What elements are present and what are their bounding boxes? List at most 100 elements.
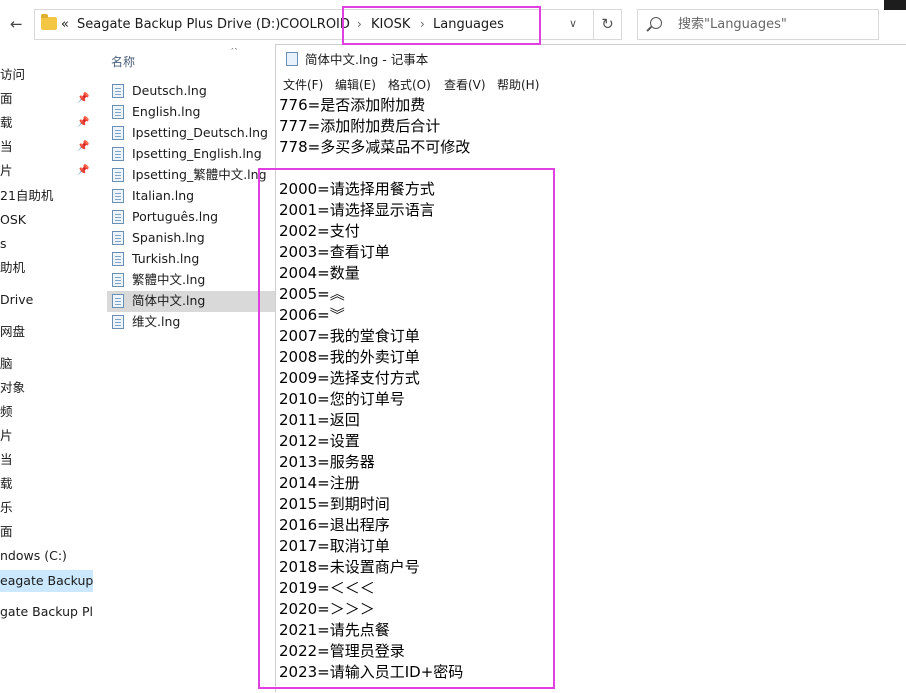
file-row[interactable]: Ipsetting_Deutsch.lng bbox=[107, 123, 275, 144]
text-editor-area[interactable]: 776=是否添加附加费 777=添加附加费后合计 778=多买多减菜品不可修改 … bbox=[276, 95, 906, 693]
file-name: 繁體中文.lng bbox=[132, 272, 206, 287]
text-line: 2016=退出程序 bbox=[279, 516, 390, 534]
file-name: Português.lng bbox=[132, 209, 219, 224]
file-row-selected[interactable]: 简体中文.lng bbox=[107, 291, 275, 312]
nav-item[interactable]: 乐 bbox=[0, 500, 13, 516]
nav-item[interactable]: 对象 bbox=[0, 380, 25, 396]
pin-icon: 📌 bbox=[77, 165, 90, 176]
text-file-icon bbox=[112, 294, 124, 308]
nav-item[interactable]: 片 bbox=[0, 428, 13, 444]
text-line: 2015=到期时间 bbox=[279, 495, 390, 513]
nav-item[interactable]: Drive bbox=[0, 292, 33, 308]
file-name: 维文.lng bbox=[132, 314, 181, 329]
menu-format[interactable]: 格式(O) bbox=[388, 77, 431, 93]
text-line: 2006=︾ bbox=[279, 306, 345, 324]
text-line: 2020=＞＞＞ bbox=[279, 600, 375, 618]
text-file-icon bbox=[112, 126, 124, 140]
file-row[interactable]: Spanish.lng bbox=[107, 228, 275, 249]
text-file-icon bbox=[112, 105, 124, 119]
nav-item[interactable]: 助机 bbox=[0, 260, 25, 276]
chevron-down-icon[interactable]: ∨ bbox=[569, 17, 577, 30]
file-name: Italian.lng bbox=[132, 188, 195, 203]
menu-view[interactable]: 查看(V) bbox=[444, 77, 486, 93]
nav-item[interactable]: 载 bbox=[0, 476, 13, 492]
text-line: 2002=支付 bbox=[279, 222, 360, 240]
nav-item[interactable]: 面 bbox=[0, 524, 13, 540]
breadcrumb-drive[interactable]: Seagate Backup Plus Drive (D:) bbox=[77, 17, 280, 33]
text-line: 2001=请选择显示语言 bbox=[279, 201, 435, 219]
text-line: 2013=服务器 bbox=[279, 453, 375, 471]
file-list: 名称 ^ Deutsch.lng English.lng Ipsetting_D… bbox=[93, 48, 275, 692]
breadcrumb-separator[interactable]: › bbox=[357, 16, 362, 32]
text-line: 2014=注册 bbox=[279, 474, 360, 492]
nav-item[interactable]: 片 bbox=[0, 163, 13, 179]
nav-item[interactable]: 访问 bbox=[0, 67, 25, 83]
window-edge-icon bbox=[884, 0, 906, 10]
text-line: 2010=您的订单号 bbox=[279, 390, 405, 408]
file-row[interactable]: 维文.lng bbox=[107, 312, 275, 333]
text-file-icon bbox=[112, 273, 124, 287]
text-line: 2000=请选择用餐方式 bbox=[279, 180, 435, 198]
text-line: 777=添加附加费后合计 bbox=[279, 117, 441, 135]
text-line: 2004=数量 bbox=[279, 264, 360, 282]
address-bar[interactable]: « Seagate Backup Plus Drive (D:) › COOLR… bbox=[34, 9, 594, 40]
menu-help[interactable]: 帮助(H) bbox=[497, 77, 539, 93]
refresh-button[interactable]: ↻ bbox=[594, 9, 622, 40]
text-file-icon bbox=[112, 147, 124, 161]
text-file-icon bbox=[112, 252, 124, 266]
menu-edit[interactable]: 编辑(E) bbox=[335, 77, 376, 93]
notepad-title-bar[interactable]: 简体中文.lng - 记事本 bbox=[276, 45, 906, 75]
sort-up-icon: ^ bbox=[230, 48, 239, 57]
nav-item[interactable]: ndows (C:) bbox=[0, 548, 67, 564]
text-line: 2008=我的外卖订单 bbox=[279, 348, 420, 366]
back-arrow-icon[interactable]: ← bbox=[10, 14, 30, 34]
nav-item[interactable]: OSK bbox=[0, 212, 26, 228]
nav-item[interactable]: gate Backup Plus bbox=[0, 604, 93, 620]
text-line: 2017=取消订单 bbox=[279, 537, 390, 555]
menu-bar: 文件(F) 编辑(E) 格式(O) 查看(V) 帮助(H) bbox=[276, 75, 906, 95]
search-input[interactable]: 搜索"Languages" bbox=[678, 17, 787, 33]
menu-file[interactable]: 文件(F) bbox=[283, 77, 323, 93]
text-line: 2007=我的堂食订单 bbox=[279, 327, 420, 345]
breadcrumb-separator[interactable]: › bbox=[266, 16, 271, 32]
nav-item[interactable]: s bbox=[0, 236, 7, 252]
nav-item[interactable]: 频 bbox=[0, 404, 13, 420]
breadcrumb-overflow[interactable]: « bbox=[61, 17, 69, 33]
pin-icon: 📌 bbox=[77, 117, 90, 128]
nav-item-seagate-selected[interactable]: eagate Backup Pl bbox=[0, 570, 93, 592]
nav-item[interactable]: 载 bbox=[0, 115, 13, 131]
file-row[interactable]: Turkish.lng bbox=[107, 249, 275, 270]
text-line: 2003=查看订单 bbox=[279, 243, 390, 261]
search-box[interactable]: 搜索"Languages" bbox=[637, 9, 879, 40]
nav-item[interactable]: 面 bbox=[0, 91, 13, 107]
nav-item[interactable]: 当 bbox=[0, 139, 13, 155]
column-header-name[interactable]: 名称 bbox=[111, 53, 135, 70]
file-row[interactable]: 繁體中文.lng bbox=[107, 270, 275, 291]
breadcrumb-coolroid[interactable]: COOLROID bbox=[280, 17, 350, 33]
file-row[interactable]: Ipsetting_English.lng bbox=[107, 144, 275, 165]
file-name: Deutsch.lng bbox=[132, 83, 207, 98]
nav-item[interactable]: 21自助机 bbox=[0, 188, 53, 204]
text-line: 2009=选择支付方式 bbox=[279, 369, 420, 387]
folder-icon bbox=[41, 14, 57, 30]
file-name: Ipsetting_Deutsch.lng bbox=[132, 125, 268, 140]
text-file-icon bbox=[112, 168, 124, 182]
text-line: 2005=︽ bbox=[279, 285, 345, 303]
file-row[interactable]: English.lng bbox=[107, 102, 275, 123]
explorer-toolbar: ← « Seagate Backup Plus Drive (D:) › COO… bbox=[0, 0, 906, 48]
file-name: English.lng bbox=[132, 104, 201, 119]
text-file-icon bbox=[112, 231, 124, 245]
breadcrumb-separator[interactable]: › bbox=[420, 16, 425, 32]
nav-item[interactable]: 脑 bbox=[0, 356, 13, 372]
breadcrumb-kiosk[interactable]: KIOSK bbox=[371, 17, 410, 33]
file-row[interactable]: Ipsetting_繁體中文.lng bbox=[107, 165, 275, 186]
breadcrumb-languages[interactable]: Languages bbox=[433, 17, 504, 33]
file-row[interactable]: Italian.lng bbox=[107, 186, 275, 207]
window-title: 简体中文.lng - 记事本 bbox=[305, 52, 429, 67]
file-row[interactable]: Deutsch.lng bbox=[107, 81, 275, 102]
text-line: 776=是否添加附加费 bbox=[279, 96, 426, 114]
file-row[interactable]: Português.lng bbox=[107, 207, 275, 228]
search-icon bbox=[650, 17, 662, 29]
nav-item[interactable]: 当 bbox=[0, 452, 13, 468]
nav-item[interactable]: 网盘 bbox=[0, 324, 25, 340]
